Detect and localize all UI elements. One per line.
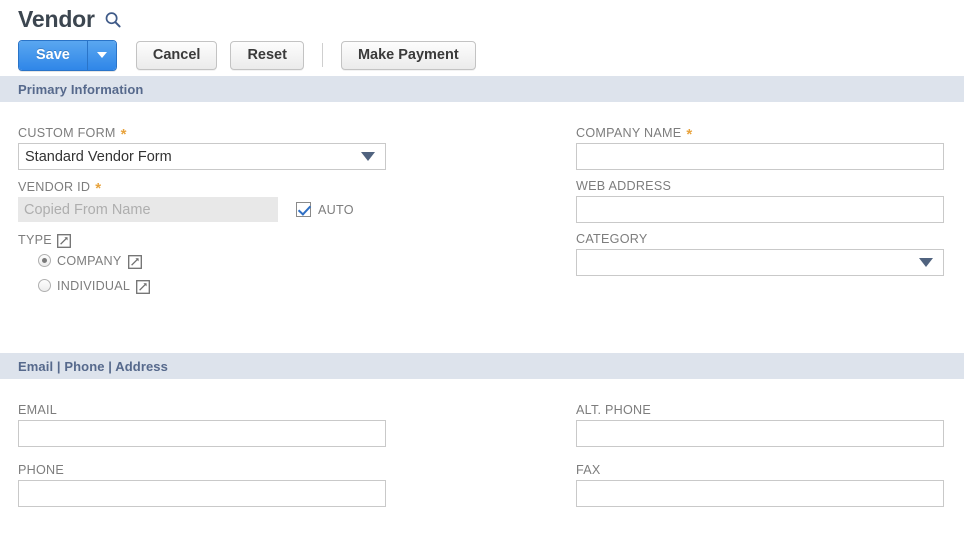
field-label-custom-form: CUSTOM FORM * xyxy=(18,126,386,143)
radio-label-company: COMPANY xyxy=(57,253,122,268)
label-text: COMPANY NAME xyxy=(576,126,682,140)
cancel-button[interactable]: Cancel xyxy=(135,40,218,70)
section-title: Primary Information xyxy=(18,81,144,97)
company-name-input[interactable] xyxy=(576,143,944,170)
field-label-type: TYPE xyxy=(18,233,386,248)
custom-form-select[interactable]: Standard Vendor Form xyxy=(18,143,386,170)
field-label-email: EMAIL xyxy=(18,403,386,417)
page-header: Vendor xyxy=(0,0,964,34)
category-select[interactable] xyxy=(576,249,944,276)
primary-information-left-column: CUSTOM FORM * Standard Vendor Form VENDO… xyxy=(18,126,386,304)
make-payment-button[interactable]: Make Payment xyxy=(340,40,476,70)
email-phone-address-body: EMAIL PHONE ALT. PHONE FAX xyxy=(0,379,964,533)
reset-button[interactable]: Reset xyxy=(230,40,304,70)
radio-individual[interactable] xyxy=(38,279,51,292)
fax-input[interactable] xyxy=(576,480,944,507)
field-label-vendor-id: VENDOR ID * xyxy=(18,180,386,197)
section-title: Email | Phone | Address xyxy=(18,358,168,374)
field-label-category: CATEGORY xyxy=(576,232,944,246)
section-header-primary-information: Primary Information xyxy=(0,76,964,102)
field-label-web-address: WEB ADDRESS xyxy=(576,179,944,193)
field-custom-form: CUSTOM FORM * Standard Vendor Form xyxy=(18,126,386,170)
toolbar-divider xyxy=(321,43,323,67)
primary-information-right-column: COMPANY NAME * WEB ADDRESS CATEGORY xyxy=(576,126,944,284)
search-icon[interactable] xyxy=(104,11,122,29)
email-phone-address-right-column: ALT. PHONE FAX xyxy=(576,403,944,515)
radio-company[interactable] xyxy=(38,254,51,267)
custom-form-selected-value: Standard Vendor Form xyxy=(25,148,172,165)
chevron-down-icon xyxy=(96,52,107,58)
chevron-down-icon xyxy=(361,152,375,161)
field-email: EMAIL xyxy=(18,403,386,447)
radio-option-company[interactable]: COMPANY xyxy=(38,250,386,271)
vendor-id-input[interactable]: Copied From Name xyxy=(18,197,278,222)
label-text: CATEGORY xyxy=(576,232,648,246)
field-alt-phone: ALT. PHONE xyxy=(576,403,944,447)
web-address-input[interactable] xyxy=(576,196,944,223)
field-label-alt-phone: ALT. PHONE xyxy=(576,403,944,417)
required-asterisk: * xyxy=(120,126,127,143)
vendor-id-placeholder: Copied From Name xyxy=(24,201,151,218)
open-in-new-window-icon[interactable] xyxy=(136,279,151,294)
alt-phone-input[interactable] xyxy=(576,420,944,447)
label-text: VENDOR ID xyxy=(18,180,91,194)
field-company-name: COMPANY NAME * xyxy=(576,126,944,170)
save-button-group[interactable]: Save xyxy=(18,39,117,71)
page-title: Vendor xyxy=(18,5,95,32)
open-in-new-window-icon[interactable] xyxy=(127,254,142,269)
field-category: CATEGORY xyxy=(576,232,944,276)
field-web-address: WEB ADDRESS xyxy=(576,179,944,223)
chevron-down-icon xyxy=(919,258,933,267)
auto-checkbox[interactable] xyxy=(296,202,311,217)
required-asterisk: * xyxy=(95,180,102,197)
radio-option-individual[interactable]: INDIVIDUAL xyxy=(38,275,386,296)
field-fax: FAX xyxy=(576,463,944,507)
auto-checkbox-label: AUTO xyxy=(318,202,354,217)
open-in-new-window-icon[interactable] xyxy=(56,234,71,248)
primary-information-body: CUSTOM FORM * Standard Vendor Form VENDO… xyxy=(0,102,964,353)
toolbar: Save Cancel Reset Make Payment xyxy=(0,34,964,76)
field-label-company-name: COMPANY NAME * xyxy=(576,126,944,143)
section-header-email-phone-address: Email | Phone | Address xyxy=(0,353,964,379)
email-phone-address-left-column: EMAIL PHONE xyxy=(18,403,386,515)
field-type: TYPE COMPANY INDIVIDUAL xyxy=(18,233,386,296)
label-text: CUSTOM FORM xyxy=(18,126,116,140)
field-label-phone: PHONE xyxy=(18,463,386,477)
field-vendor-id: VENDOR ID * Copied From Name AUTO xyxy=(18,180,386,222)
label-text: TYPE xyxy=(18,233,52,247)
save-button[interactable]: Save xyxy=(19,40,87,70)
required-asterisk: * xyxy=(686,126,693,143)
label-text: EMAIL xyxy=(18,403,58,417)
field-phone: PHONE xyxy=(18,463,386,507)
label-text: FAX xyxy=(576,463,601,477)
phone-input[interactable] xyxy=(18,480,386,507)
label-text: WEB ADDRESS xyxy=(576,179,672,193)
label-text: PHONE xyxy=(18,463,65,477)
email-input[interactable] xyxy=(18,420,386,447)
label-text: ALT. PHONE xyxy=(576,403,652,417)
field-label-fax: FAX xyxy=(576,463,944,477)
auto-checkbox-row[interactable]: AUTO xyxy=(296,202,354,217)
save-dropdown-button[interactable] xyxy=(86,40,116,70)
radio-label-individual: INDIVIDUAL xyxy=(57,278,131,293)
